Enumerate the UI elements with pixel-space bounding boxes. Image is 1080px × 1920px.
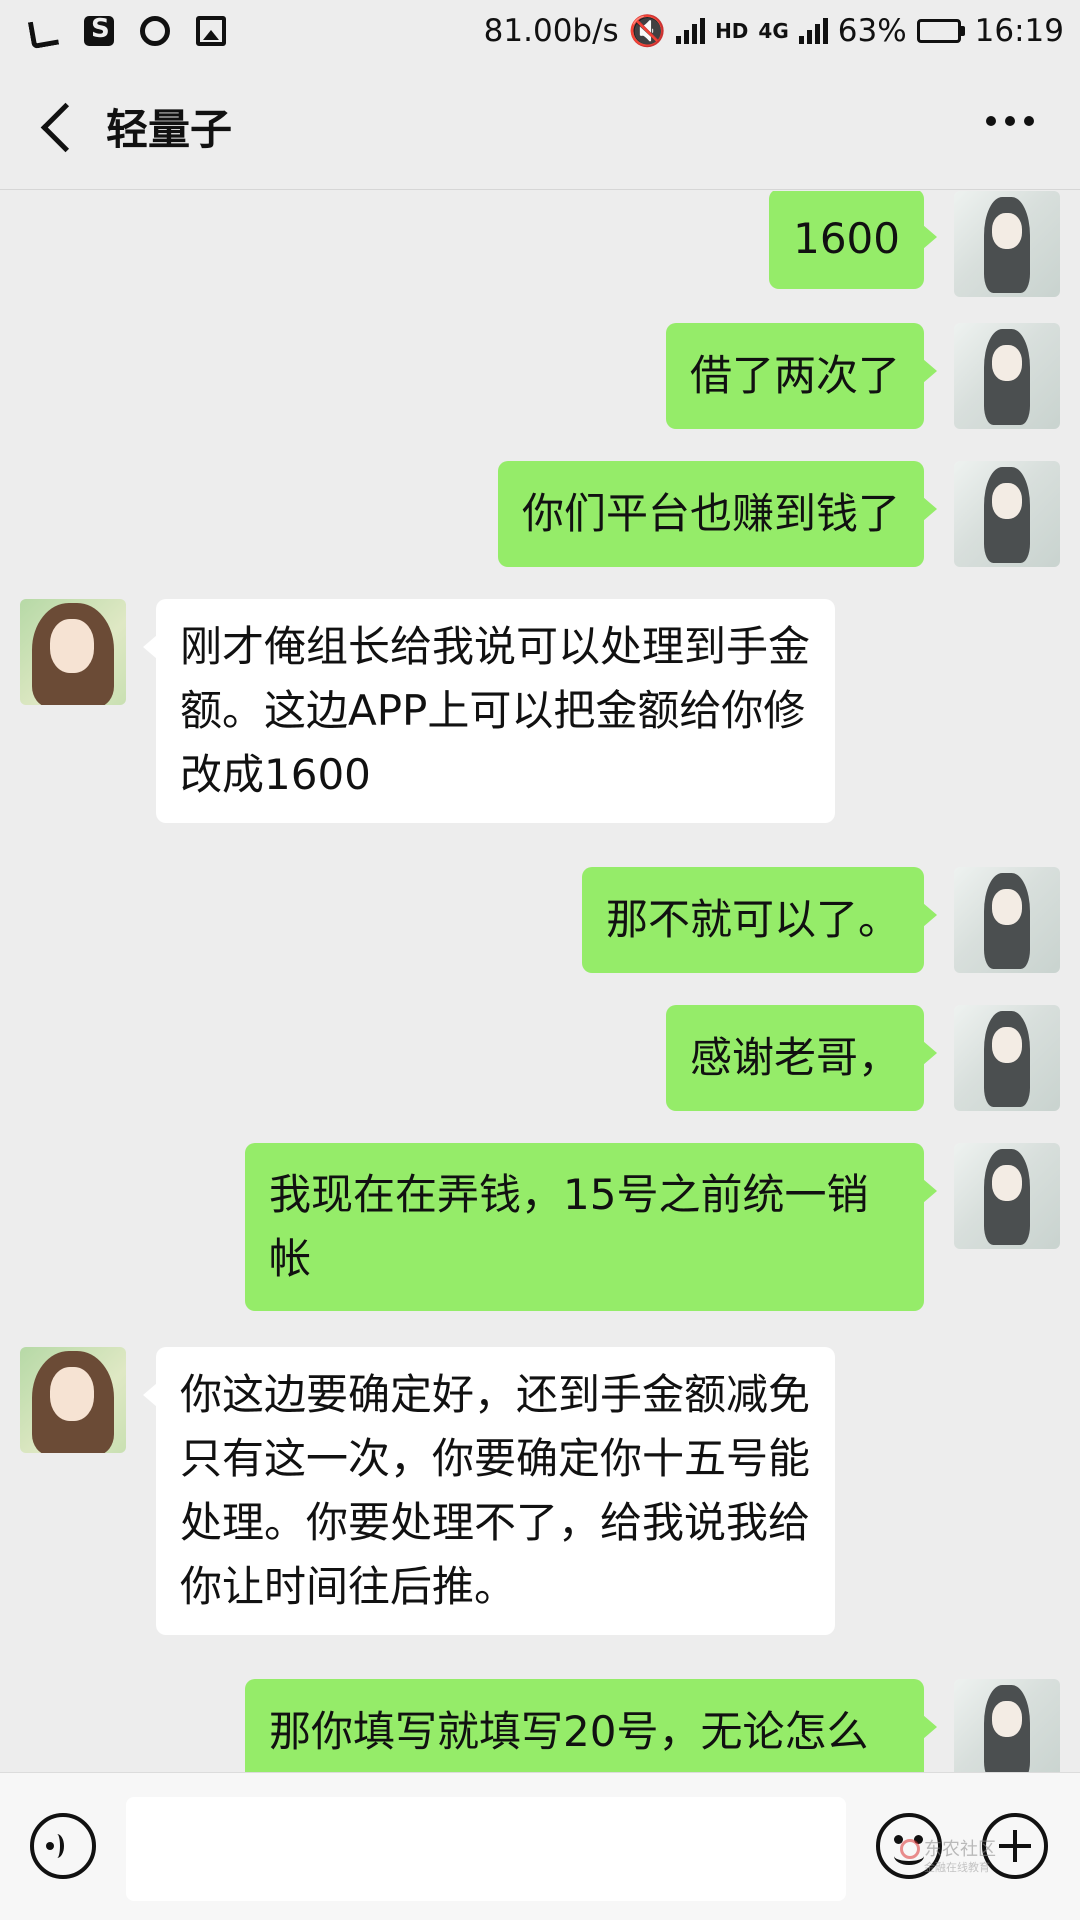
chat-title: 轻量子 xyxy=(106,105,233,154)
network-speed: 81.00b/s xyxy=(483,13,619,49)
chat-header: 轻量子 xyxy=(0,62,1080,190)
message-input[interactable] xyxy=(126,1797,846,1901)
my-avatar[interactable] xyxy=(954,1005,1060,1111)
message-text: 借了两次了 xyxy=(689,351,900,400)
missed-call-icon xyxy=(28,16,58,46)
contact-avatar[interactable] xyxy=(20,599,126,705)
message-bubble[interactable]: 1600 xyxy=(769,191,937,289)
message-bubble[interactable]: 我现在在弄钱，15号之前统一销帐 xyxy=(245,1143,937,1311)
message-bubble[interactable]: 你们平台也赚到钱了 xyxy=(497,461,938,567)
my-avatar[interactable] xyxy=(954,1679,1060,1772)
mute-icon: 🔇 xyxy=(628,13,667,49)
message-text: 我现在在弄钱，15号之前统一销帐 xyxy=(269,1170,869,1283)
battery-icon xyxy=(916,19,965,43)
my-avatar[interactable] xyxy=(954,191,1060,297)
my-avatar[interactable] xyxy=(954,461,1060,567)
watermark-subtitle: 金融在线教育 xyxy=(924,1861,990,1874)
message-text: 1600 xyxy=(793,214,900,263)
signal-icon-2 xyxy=(798,18,828,44)
watermark-title: 东农社区 xyxy=(924,1839,996,1860)
signal-icon xyxy=(676,18,706,44)
clock: 16:19 xyxy=(974,13,1064,49)
message-bubble[interactable]: 借了两次了 xyxy=(665,323,938,429)
my-avatar[interactable] xyxy=(954,1143,1060,1249)
message-text: 你这边要确定好，还到手金额减免只有这一次，你要确定你十五号能处理。你要处理不了，… xyxy=(180,1370,811,1611)
network-type: 4G xyxy=(758,19,789,43)
message-bubble[interactable]: 那你填写就填写20号，无论怎么 xyxy=(245,1679,937,1772)
watermark-logo-icon xyxy=(900,1839,920,1859)
message-text: 你们平台也赚到钱了 xyxy=(521,489,900,538)
qq-icon xyxy=(140,16,170,46)
message-bubble[interactable]: 感谢老哥， xyxy=(665,1005,938,1111)
voice-icon[interactable] xyxy=(30,1813,96,1879)
input-bar: 东农社区 金融在线教育 xyxy=(0,1772,1080,1920)
notification-icons xyxy=(28,14,226,46)
message-bubble[interactable]: 刚才俺组长给我说可以处理到手金额。这边APP上可以把金额给你修改成1600 xyxy=(143,599,835,823)
app-s-icon xyxy=(84,14,114,46)
my-avatar[interactable] xyxy=(954,323,1060,429)
image-icon xyxy=(196,16,226,46)
message-text: 那不就可以了。 xyxy=(605,895,900,944)
back-arrow-icon[interactable] xyxy=(36,102,82,152)
message-bubble[interactable]: 那不就可以了。 xyxy=(581,867,938,973)
hd-label: HD xyxy=(715,19,749,43)
status-bar: 81.00b/s 🔇 HD 4G 63% 16:19 xyxy=(0,0,1080,62)
message-list[interactable]: 1600 借了两次了 你们平台也赚到钱了 刚才俺组长给我说可以处理到手金额。这边… xyxy=(0,191,1080,1772)
message-text: 那你填写就填写20号，无论怎么 xyxy=(269,1707,869,1756)
more-dots-icon[interactable] xyxy=(986,116,1034,126)
contact-avatar[interactable] xyxy=(20,1347,126,1453)
message-text: 感谢老哥， xyxy=(689,1033,900,1082)
my-avatar[interactable] xyxy=(954,867,1060,973)
battery-percent: 63% xyxy=(837,13,907,49)
watermark: 东农社区 金融在线教育 xyxy=(900,1839,1030,1879)
message-text: 刚才俺组长给我说可以处理到手金额。这边APP上可以把金额给你修改成1600 xyxy=(180,622,811,799)
message-bubble[interactable]: 你这边要确定好，还到手金额减免只有这一次，你要确定你十五号能处理。你要处理不了，… xyxy=(143,1347,835,1635)
system-indicators: 81.00b/s 🔇 HD 4G 63% 16:19 xyxy=(484,13,1064,49)
